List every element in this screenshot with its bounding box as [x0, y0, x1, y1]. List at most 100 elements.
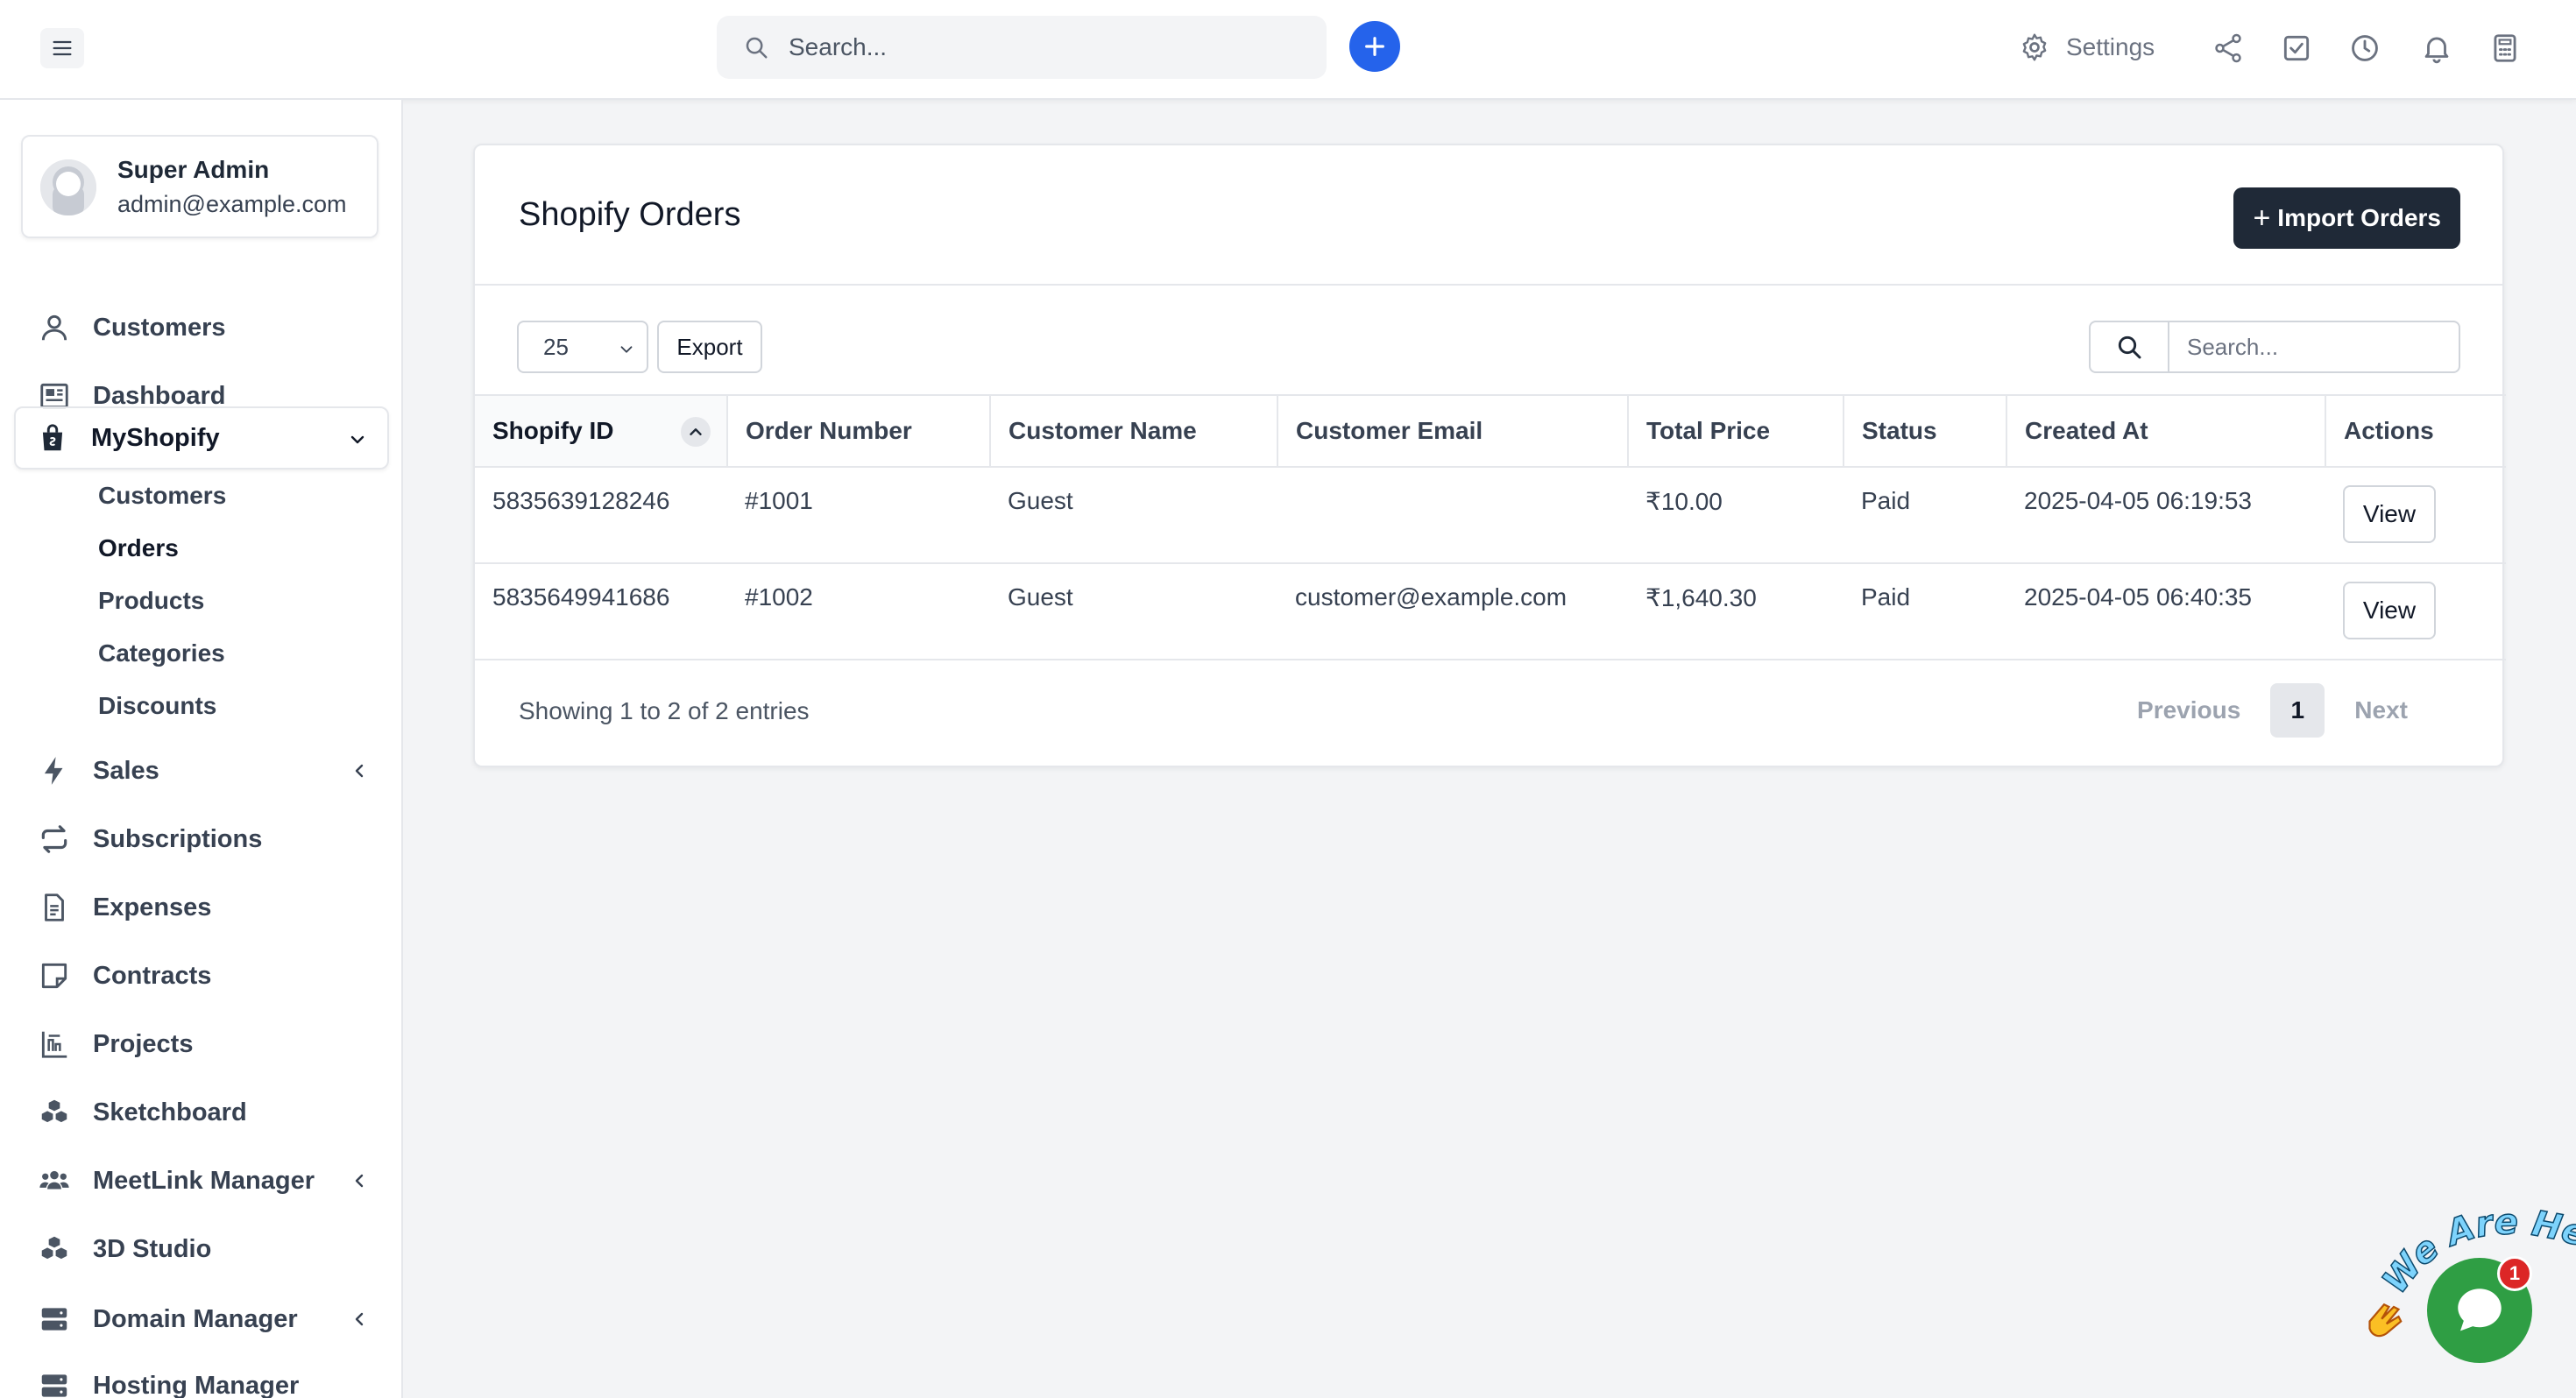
sidebar-item-label: Sales: [93, 756, 159, 785]
sidebar-item-label: Subscriptions: [93, 824, 263, 853]
user-avatar-icon: [40, 159, 96, 215]
chevron-left-icon: [355, 1174, 364, 1188]
sidebar-item-label: Sketchboard: [93, 1098, 247, 1126]
sidebar-item-label: Projects: [93, 1029, 194, 1058]
sidebar-item-label: Customers: [93, 313, 226, 342]
column-header-order-number[interactable]: Order Number: [727, 394, 991, 468]
column-header-customer-email[interactable]: Customer Email: [1277, 394, 1629, 468]
sidebar-item-domain-manager[interactable]: Domain Manager: [18, 1291, 389, 1347]
import-orders-button[interactable]: + Import Orders: [2233, 187, 2460, 249]
calculator-button[interactable]: [2488, 32, 2522, 65]
table-search-input[interactable]: [2169, 322, 2450, 371]
table-header-row: Shopify ID Order Number Customer Name Cu…: [475, 394, 2506, 468]
sidebar-item-customers[interactable]: Customers: [18, 300, 389, 356]
pagination: Previous 1 Next: [2137, 683, 2408, 738]
document-icon: [37, 890, 72, 925]
chevron-down-icon: [620, 346, 633, 353]
chat-bubble-icon: [2458, 1289, 2502, 1331]
table-search[interactable]: [2089, 321, 2460, 373]
plus-icon: [1365, 37, 1384, 56]
chart-icon: [37, 1027, 72, 1062]
entries-info: Showing 1 to 2 of 2 entries: [519, 697, 810, 724]
gear-icon: [2022, 33, 2047, 61]
chevron-left-icon: [355, 1312, 364, 1326]
sidebar-item-sketchboard[interactable]: Sketchboard: [18, 1084, 389, 1140]
cubes-icon: [37, 1095, 72, 1130]
sidebar-item-contracts[interactable]: Contracts: [18, 948, 389, 1004]
cell-actions: View: [2325, 563, 2506, 660]
repeat-icon: [37, 822, 72, 857]
server-icon: [37, 1368, 72, 1398]
notifications-button[interactable]: [2420, 32, 2453, 65]
column-header-created-at[interactable]: Created At: [2006, 394, 2326, 468]
settings-link[interactable]: Settings: [2019, 32, 2155, 63]
checkbox-icon: [2283, 35, 2310, 61]
cell-total-price: ₹1,640.30: [1628, 563, 1844, 660]
submenu-orders[interactable]: Orders: [98, 534, 179, 562]
global-search[interactable]: [717, 16, 1327, 79]
submenu-products[interactable]: Products: [98, 587, 204, 615]
users-icon: [37, 1163, 72, 1198]
sidebar-item-3d-studio[interactable]: 3D Studio: [18, 1221, 389, 1277]
history-button[interactable]: [2348, 32, 2381, 65]
submenu-categories[interactable]: Categories: [98, 639, 225, 667]
cell-shopify-id: 5835649941686: [475, 563, 727, 660]
column-header-customer-name[interactable]: Customer Name: [990, 394, 1278, 468]
column-header-total-price[interactable]: Total Price: [1628, 394, 1844, 468]
sidebar-item-label: Hosting Manager: [93, 1371, 300, 1398]
column-header-shopify-id[interactable]: Shopify ID: [475, 394, 728, 468]
page-title: Shopify Orders: [519, 196, 741, 233]
cell-order-number: #1001: [727, 467, 990, 564]
pagination-page-current[interactable]: 1: [2270, 683, 2325, 738]
import-orders-label: Import Orders: [2277, 204, 2441, 231]
sort-ascending-icon: [681, 417, 711, 447]
page-length-select[interactable]: 25: [517, 321, 648, 373]
settings-label: Settings: [2066, 33, 2155, 60]
cell-total-price: ₹10.00: [1628, 467, 1844, 564]
chevron-down-icon: [350, 435, 364, 444]
global-search-input[interactable]: [789, 33, 1279, 61]
table-search-button[interactable]: [2091, 322, 2169, 371]
share-icon: [2215, 33, 2241, 63]
sidebar-item-meetlink-manager[interactable]: MeetLink Manager: [18, 1153, 389, 1209]
orders-card: Shopify Orders + Import Orders 25 Export…: [473, 144, 2506, 767]
waving-hand-icon: [2368, 1303, 2403, 1338]
share-button[interactable]: [2212, 32, 2245, 65]
export-button[interactable]: Export: [657, 321, 762, 373]
avatar: [40, 159, 96, 215]
quick-add-button[interactable]: [1349, 21, 1400, 72]
view-order-button[interactable]: View: [2343, 582, 2436, 639]
submenu-customers[interactable]: Customers: [98, 482, 226, 510]
chevron-left-icon: [355, 764, 364, 778]
cell-customer-email: [1277, 467, 1628, 564]
tasks-button[interactable]: [2280, 32, 2313, 65]
pagination-previous[interactable]: Previous: [2137, 696, 2240, 724]
bolt-icon: [37, 753, 72, 788]
sidebar-item-label: 3D Studio: [93, 1234, 212, 1263]
sidebar-item-hosting-manager[interactable]: Hosting Manager: [18, 1358, 389, 1398]
sidebar-item-expenses[interactable]: Expenses: [18, 879, 389, 936]
sidebar-item-subscriptions[interactable]: Subscriptions: [18, 811, 389, 867]
sidebar-item-projects[interactable]: Projects: [18, 1016, 389, 1072]
sidebar-item-sales[interactable]: Sales: [18, 743, 389, 799]
pagination-next[interactable]: Next: [2354, 696, 2408, 724]
cell-status: Paid: [1844, 467, 2006, 564]
view-order-button[interactable]: View: [2343, 485, 2436, 543]
user-icon: [37, 310, 72, 345]
sidebar-item-myshopify[interactable]: MyShopify: [14, 406, 389, 470]
hamburger-menu-button[interactable]: [40, 28, 84, 68]
column-header-status[interactable]: Status: [1844, 394, 2007, 468]
cell-created-at: 2025-04-05 06:19:53: [2006, 467, 2325, 564]
profile-email: admin@example.com: [117, 191, 347, 217]
top-bar: Settings: [0, 0, 2576, 100]
sidebar-item-label: Expenses: [93, 893, 212, 921]
column-header-label: Shopify ID: [492, 417, 614, 444]
cell-status: Paid: [1844, 563, 2006, 660]
server-icon: [37, 1302, 72, 1337]
sidebar: Super Admin admin@example.com Customers …: [0, 100, 403, 1398]
cell-created-at: 2025-04-05 06:40:35: [2006, 563, 2325, 660]
cell-customer-name: Guest: [990, 563, 1277, 660]
profile-card[interactable]: Super Admin admin@example.com: [21, 135, 379, 238]
submenu-discounts[interactable]: Discounts: [98, 692, 216, 720]
clock-icon: [2352, 35, 2378, 61]
